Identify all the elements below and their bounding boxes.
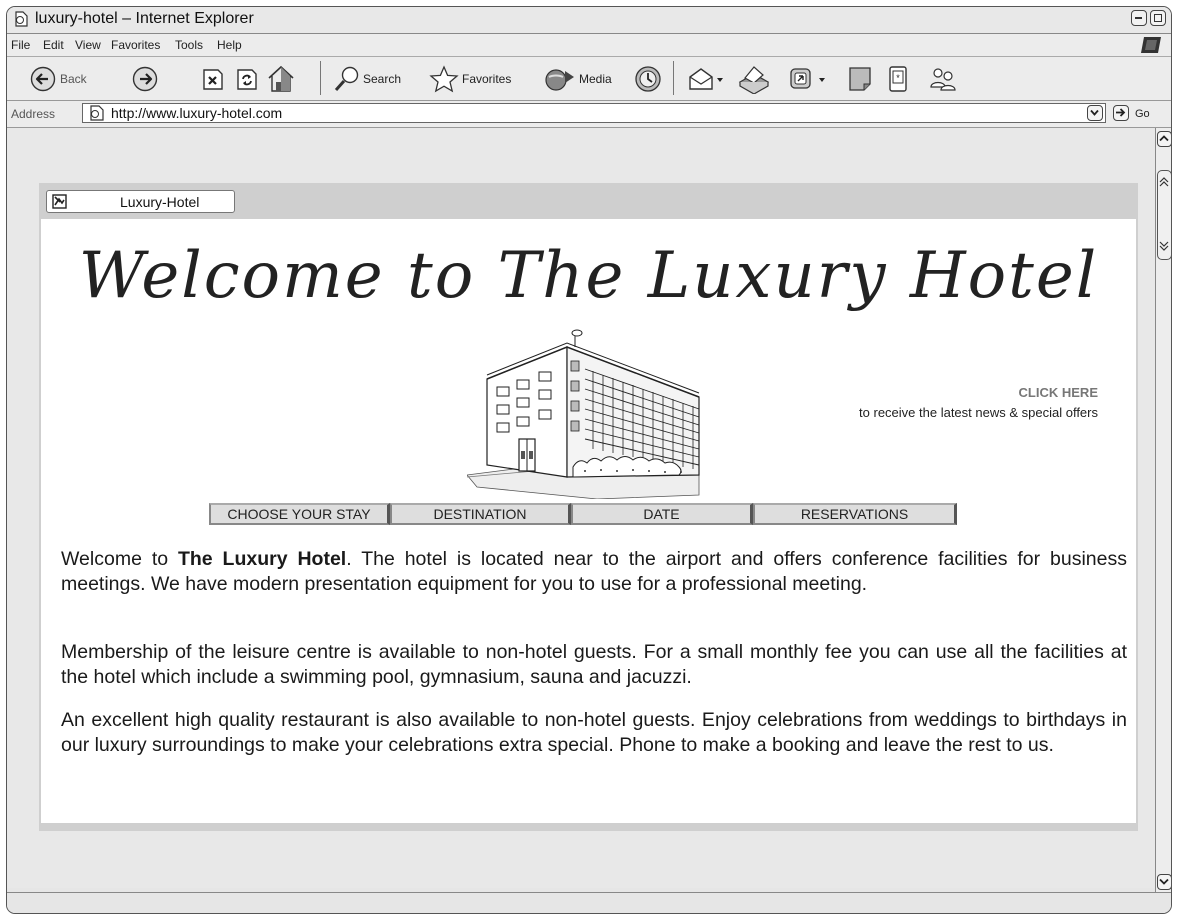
menu-view[interactable]: View (75, 38, 101, 52)
chevron-down-icon (1159, 878, 1169, 885)
discuss-button[interactable] (848, 66, 872, 92)
refresh-button[interactable] (236, 66, 258, 92)
paragraph-leisure: Membership of the leisure centre is avai… (61, 641, 1127, 689)
click-here-link[interactable]: CLICK HERE (1019, 385, 1098, 400)
toolbar-separator (320, 61, 321, 95)
go-label[interactable]: Go (1135, 108, 1150, 120)
address-url: http://www.luxury-hotel.com (111, 105, 283, 121)
back-arrow-icon (30, 66, 56, 92)
status-bar (7, 892, 1171, 913)
nav-date[interactable]: DATE (571, 503, 753, 525)
contacts-button[interactable] (927, 66, 961, 92)
vertical-scrollbar[interactable] (1155, 128, 1171, 893)
media-label: Media (579, 72, 612, 86)
media-button[interactable]: Media (543, 66, 612, 92)
home-icon (268, 65, 294, 92)
favorites-label: Favorites (462, 72, 512, 86)
web-page-frame: Luxury-Hotel Welcome to The Luxury Hotel (39, 183, 1138, 831)
nav-bar: CHOOSE YOUR STAY DESTINATION DATE RESERV… (209, 503, 957, 525)
edit-icon (790, 68, 825, 89)
edit-button[interactable] (789, 66, 829, 92)
page-icon (90, 105, 104, 121)
nav-choose-your-stay[interactable]: CHOOSE YOUR STAY (209, 503, 390, 525)
back-button[interactable]: Back (30, 66, 87, 92)
windows-logo-icon (1141, 37, 1161, 53)
go-button[interactable] (1113, 105, 1129, 121)
chevron-up-icon (1159, 135, 1169, 142)
paragraph-intro: Welcome to The Luxury Hotel. The hotel i… (61, 547, 1127, 598)
scroll-up-button[interactable] (1157, 131, 1171, 147)
stop-button[interactable] (202, 66, 224, 92)
address-input[interactable]: http://www.luxury-hotel.com (82, 103, 1106, 123)
chevron-down-icon (1090, 109, 1099, 116)
toolbar: Back Search Favorites Media * (7, 57, 1171, 101)
click-here-subtext: to receive the latest news & special off… (859, 405, 1098, 420)
maximize-button[interactable] (1150, 10, 1166, 26)
mail-button[interactable] (687, 66, 727, 92)
intro-text-start: Welcome to (61, 548, 178, 570)
address-dropdown-button[interactable] (1087, 105, 1103, 121)
messenger-button[interactable]: * (887, 66, 909, 92)
menu-help[interactable]: Help (217, 38, 242, 52)
scroll-thumb[interactable] (1157, 170, 1171, 260)
stop-icon (203, 69, 223, 90)
menu-file[interactable]: File (11, 38, 30, 52)
page-tab[interactable]: Luxury-Hotel (46, 190, 235, 213)
paragraph-restaurant: An excellent high quality restaurant is … (61, 709, 1127, 757)
mail-icon (689, 68, 723, 90)
forward-button[interactable] (132, 66, 158, 92)
title-bar: luxury-hotel – Internet Explorer (7, 7, 1171, 34)
toolbar-separator (673, 61, 674, 95)
note-icon (849, 67, 871, 91)
history-button[interactable] (632, 66, 664, 92)
print-button[interactable] (736, 66, 772, 94)
arrow-right-icon (1116, 108, 1126, 117)
history-icon (635, 66, 661, 92)
page-icon (15, 11, 28, 27)
scroll-down-button[interactable] (1157, 874, 1171, 890)
nav-reservations[interactable]: RESERVATIONS (753, 503, 957, 525)
forward-arrow-icon (132, 66, 158, 92)
media-icon (545, 69, 574, 91)
menu-bar: File Edit View Favorites Tools Help (7, 34, 1171, 57)
image-icon (52, 194, 67, 209)
hotel-building-image (467, 329, 700, 499)
home-button[interactable] (266, 65, 296, 92)
address-label: Address (11, 107, 56, 121)
refresh-icon (237, 69, 257, 90)
menu-favorites[interactable]: Favorites (111, 38, 160, 52)
search-label: Search (363, 72, 402, 86)
menu-tools[interactable]: Tools (175, 38, 203, 52)
double-chevron-up-icon (1159, 177, 1169, 187)
window-title: luxury-hotel – Internet Explorer (35, 10, 254, 27)
svg-text:*: * (896, 73, 900, 83)
favorites-button[interactable]: Favorites (429, 65, 512, 93)
nav-destination[interactable]: DESTINATION (390, 503, 571, 525)
menu-edit[interactable]: Edit (43, 38, 64, 52)
search-button[interactable]: Search (333, 66, 401, 92)
device-icon: * (889, 66, 907, 92)
address-bar: Address http://www.luxury-hotel.com Go (7, 101, 1171, 128)
star-icon (429, 65, 459, 93)
double-chevron-down-icon (1159, 241, 1169, 251)
tab-label: Luxury-Hotel (120, 194, 200, 210)
minimize-button[interactable] (1131, 10, 1147, 26)
search-icon (334, 66, 359, 91)
back-label: Back (60, 72, 87, 86)
people-icon (930, 68, 956, 91)
print-icon (738, 66, 770, 94)
page-headline: Welcome to The Luxury Hotel (78, 239, 1099, 313)
hotel-name-bold: The Luxury Hotel (177, 548, 347, 570)
page-content: Welcome to The Luxury Hotel CLICK HERE t… (41, 219, 1136, 823)
